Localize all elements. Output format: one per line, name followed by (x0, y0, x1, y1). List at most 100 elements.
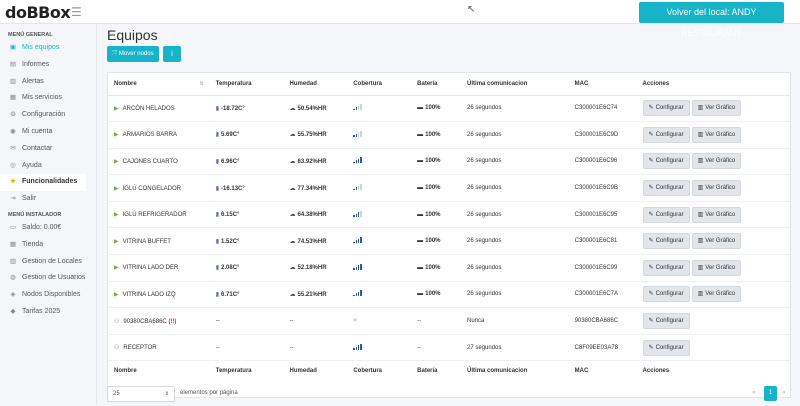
view-chart-button[interactable]: ▥ Ver Gráfico (691, 180, 742, 197)
signal-icon (353, 157, 362, 164)
pagination-current-page[interactable]: 1 (764, 386, 777, 401)
view-chart-label: Ver Gráfico (705, 158, 736, 165)
view-chart-button[interactable]: ▥ Ver Gráfico (691, 259, 742, 276)
configure-button[interactable]: ✎ Configurar (642, 180, 690, 197)
sidebar-item-mi-cuenta[interactable]: ◉ Mi cuenta (0, 124, 96, 141)
configure-button[interactable]: ✎ Configurar (642, 206, 690, 223)
sort-icon[interactable]: ⇅ (200, 81, 204, 87)
cell-battery: ▬ 100% (411, 174, 462, 202)
sidebar-item-nodos-disponibles[interactable]: ◈ Nodos Disponibles (0, 287, 96, 304)
thermometer-icon: ▮ (215, 238, 220, 245)
sensor-icon: ▶ (114, 185, 119, 192)
mac-value: C300001E6C81 (574, 238, 618, 245)
column-label: Última comunicacion (467, 368, 528, 375)
per-page-select[interactable]: 25 ⇕ (107, 386, 175, 402)
pagination-prev[interactable]: « (752, 389, 756, 396)
view-chart-button[interactable]: ▥ Ver Gráfico (691, 153, 742, 170)
sidebar-item-gestion-de-locales[interactable]: ▥ Gestion de Locales (0, 254, 96, 271)
configure-label: Configurar (655, 211, 684, 218)
per-page-value: 25 (113, 391, 120, 397)
view-chart-button[interactable]: ▥ Ver Gráfico (691, 206, 742, 223)
configure-button[interactable]: ✎ Configurar (642, 339, 690, 356)
mouse-cursor-icon: ↖ (467, 4, 476, 15)
battery-icon: ▬ (417, 185, 424, 192)
column-label: Cobertura (353, 368, 383, 375)
column-label: Acciones (642, 368, 670, 375)
sidebar-item-mis-equipos[interactable]: ▣ Mis equipos (0, 40, 96, 57)
last-communication-value: 27 segundos (467, 344, 502, 351)
cell-name: ▶ ARCÓN HELADOS (108, 95, 210, 123)
mac-value: 90380CBA686C (574, 318, 619, 325)
sidebar-item-tienda[interactable]: ▦ Tienda (0, 237, 96, 254)
column-header-2: Humedad (283, 73, 348, 96)
edit-icon: ✎ (648, 291, 654, 298)
cell-last-communication: 26 segundos (461, 201, 569, 229)
cell-name: ▶ CAJONES CUARTO (108, 148, 210, 176)
view-chart-button[interactable]: ▥ Ver Gráfico (691, 126, 742, 143)
sidebar-item-alertas[interactable]: ▥ Alertas (0, 74, 96, 91)
sidebar-item-label: Salir (22, 195, 37, 203)
sidebar-item-contactar[interactable]: ✉ Contactar (0, 141, 96, 158)
cell-last-communication: Nunca (461, 307, 569, 335)
view-chart-label: Ver Gráfico (705, 238, 736, 245)
cell-name: ▶ VITRINA LADO IZQ (108, 281, 210, 309)
receiver-icon: ⚇ (114, 345, 120, 352)
configure-button[interactable]: ✎ Configurar (642, 126, 690, 143)
mail-icon: ✉ (10, 144, 16, 152)
view-chart-button[interactable]: ▥ Ver Gráfico (691, 100, 742, 117)
chart-icon: ▥ (697, 291, 704, 298)
configure-button[interactable]: ✎ Configurar (642, 100, 690, 117)
menu-toggle-icon[interactable]: ☰ (71, 5, 82, 19)
configure-button[interactable]: ✎ Configurar (642, 286, 690, 303)
logout-icon: ⇥ (10, 195, 16, 203)
sidebar-item-salir[interactable]: ⇥ Salir (0, 191, 96, 208)
column-footer-1: Temperatura (209, 360, 284, 381)
pagination-next[interactable]: » (782, 389, 786, 396)
info-button[interactable]: i (163, 46, 181, 62)
column-footer-0[interactable]: Nombre (108, 360, 210, 381)
view-chart-label: Ver Gráfico (705, 211, 736, 218)
back-to-local-button[interactable]: Volver del local: ANDY RESTAURANT (639, 2, 784, 38)
devices-table: Nombre ⇅ Temperatura Humedad Cobertura Baterí… (108, 73, 790, 381)
last-communication-value: 26 segundos (467, 185, 502, 192)
sensor-icon: ▶ (114, 212, 119, 219)
chart-icon: ▥ (697, 238, 704, 245)
sidebar-item-mis-servicios[interactable]: ▦ Mis servicios (0, 90, 96, 107)
sidebar-item-label: Configuración (22, 111, 66, 119)
cell-actions: ✎ Configurar ▥ Ver Gráfico (636, 121, 790, 149)
last-communication-value: 26 segundos (467, 158, 502, 165)
cell-temperature: ▮ 6.96C° (209, 148, 284, 176)
sidebar-item-tarifas-2025[interactable]: ◆ Tarifas 2025 (0, 304, 96, 321)
configure-button[interactable]: ✎ Configurar (642, 153, 690, 170)
thermometer-icon: ▮ (215, 105, 220, 112)
sidebar-item-label: Saldo: 0.00€ (22, 223, 62, 231)
column-footer-7: Acciones (636, 360, 790, 381)
configure-button[interactable]: ✎ Configurar (642, 259, 690, 276)
user-icon: ◉ (10, 127, 16, 135)
chart-icon: ▥ (697, 158, 704, 165)
signal-icon (353, 184, 362, 191)
thermometer-icon: ▮ (215, 291, 220, 298)
device-name: RECEPTOR (123, 345, 157, 352)
cell-actions: ✎ Configurar ▥ Ver Gráfico (636, 281, 790, 309)
view-chart-button[interactable]: ▥ Ver Gráfico (691, 286, 742, 303)
sidebar-item-configuracion[interactable]: ⚙ Configuración (0, 107, 96, 124)
configure-button[interactable]: ✎ Configurar (642, 313, 690, 330)
help-icon: ◎ (10, 161, 16, 169)
view-chart-button[interactable]: ▥ Ver Gráfico (691, 233, 742, 250)
cell-coverage (347, 334, 412, 362)
cell-name: ▶ IGLÚ CONGELADOR (108, 174, 210, 202)
app-logo[interactable]: doBBox (5, 3, 71, 22)
sidebar-item-label: Alertas (22, 77, 44, 85)
configure-button[interactable]: ✎ Configurar (642, 233, 690, 250)
sidebar-item-funcionalidades[interactable]: ★ Funcionalidades (0, 174, 86, 192)
column-header-5: Última comunicacion (461, 73, 569, 96)
move-nodes-button[interactable]: ⤧ Mover nodos (107, 46, 159, 62)
sidebar-item-saldo-0-00[interactable]: ▭ Saldo: 0.00€ (0, 220, 96, 237)
sidebar-item-ayuda[interactable]: ◎ Ayuda (0, 158, 96, 175)
humidity-value: 64.38%HR (297, 212, 327, 219)
column-header-0[interactable]: Nombre ⇅ (108, 73, 210, 96)
sidebar-item-informes[interactable]: ▤ Informes (0, 57, 96, 74)
sidebar-item-gestion-de-usuarios[interactable]: ◍ Gestion de Usuarios (0, 270, 96, 287)
edit-icon: ✎ (648, 211, 654, 218)
